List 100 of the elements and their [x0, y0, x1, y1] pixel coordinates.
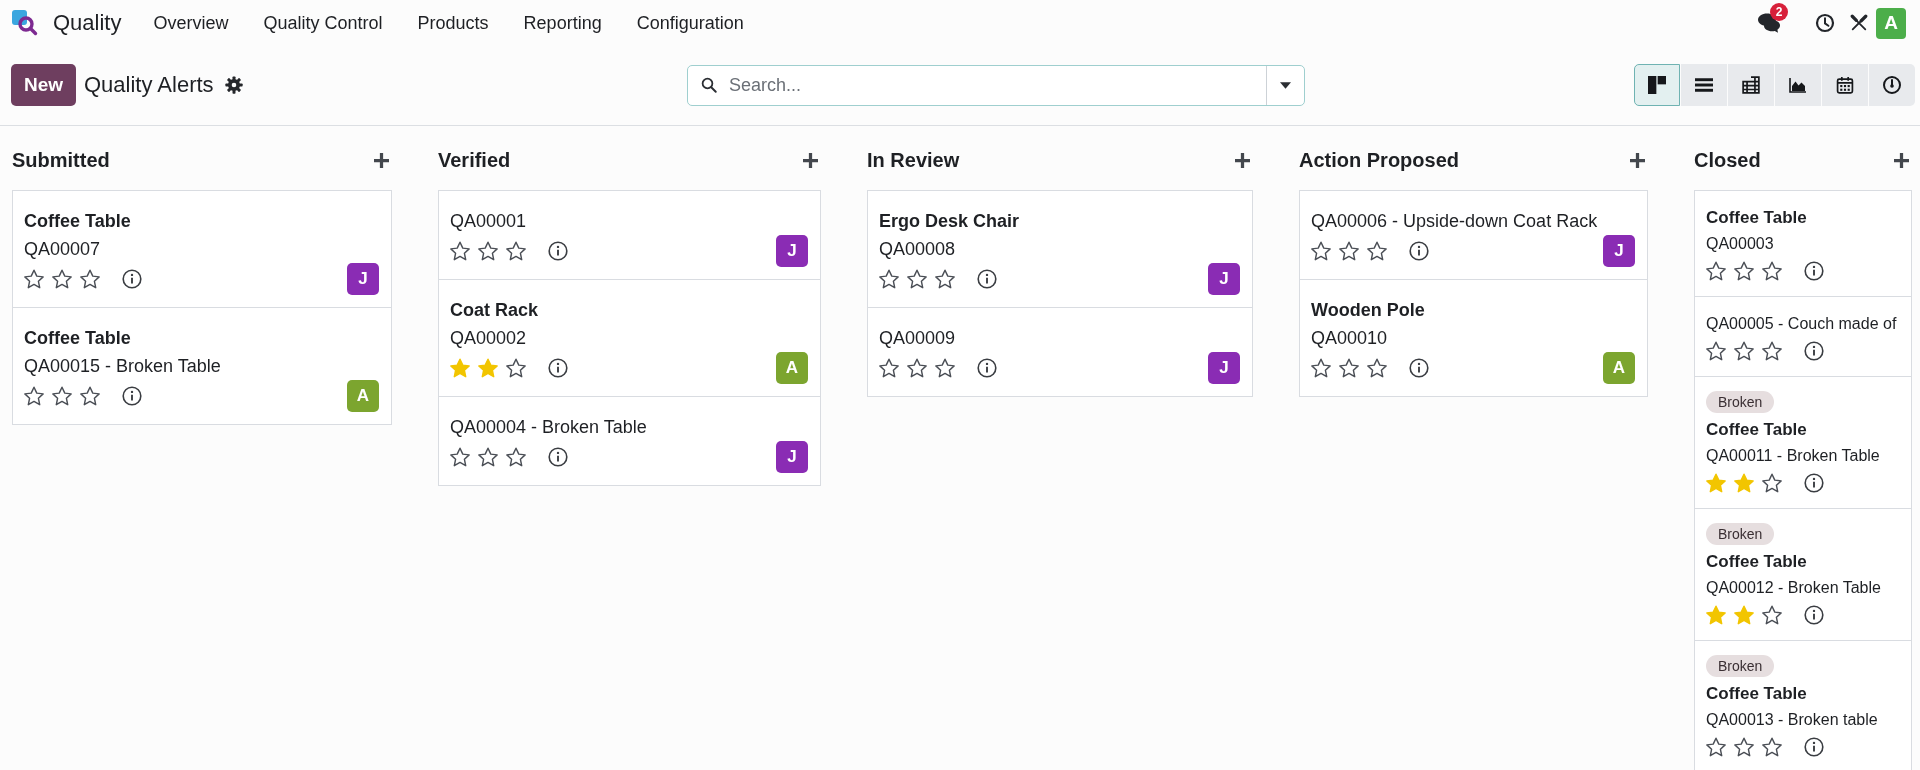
alert-card[interactable]: Broken Coffee Table QA00012 - Broken Table — [1694, 508, 1912, 641]
info-icon[interactable] — [1409, 358, 1429, 378]
star-icon[interactable] — [1734, 261, 1754, 281]
menu-item[interactable]: Products — [417, 12, 489, 34]
tools-icon[interactable] — [1850, 14, 1868, 32]
star-icon[interactable] — [1762, 473, 1782, 493]
star-icon[interactable] — [52, 386, 72, 406]
star-icon[interactable] — [935, 358, 955, 378]
alert-card[interactable]: Broken Coffee Table QA00011 - Broken Table — [1694, 376, 1912, 509]
alert-card[interactable]: Coffee Table QA00015 - Broken Table A — [12, 307, 392, 425]
plus-icon[interactable] — [1235, 152, 1250, 168]
star-icon[interactable] — [1762, 341, 1782, 361]
star-icon[interactable] — [80, 269, 100, 289]
menu-item[interactable]: Reporting — [523, 12, 602, 34]
assignee-avatar[interactable]: J — [776, 441, 808, 473]
star-icon[interactable] — [1762, 605, 1782, 625]
info-icon[interactable] — [122, 269, 142, 289]
star-icon[interactable] — [24, 269, 44, 289]
info-icon[interactable] — [977, 358, 997, 378]
star-icon[interactable] — [1762, 737, 1782, 757]
star-icon[interactable] — [506, 241, 526, 261]
view-switch-button[interactable] — [1822, 64, 1868, 106]
assignee-avatar[interactable]: J — [1208, 352, 1240, 384]
assignee-avatar[interactable]: J — [776, 235, 808, 267]
settings-icon[interactable] — [224, 76, 243, 94]
star-icon[interactable] — [1311, 358, 1331, 378]
star-icon[interactable] — [879, 269, 899, 289]
star-icon[interactable] — [879, 358, 899, 378]
info-icon[interactable] — [1804, 737, 1824, 757]
plus-icon[interactable] — [1894, 152, 1909, 168]
star-icon[interactable] — [478, 447, 498, 467]
info-icon[interactable] — [122, 386, 142, 406]
star-icon[interactable] — [506, 447, 526, 467]
alert-card[interactable]: Coffee Table QA00003 — [1694, 190, 1912, 297]
card-title: Coat Rack — [450, 299, 540, 322]
assignee-avatar[interactable]: J — [1208, 263, 1240, 295]
star-icon[interactable] — [52, 269, 72, 289]
menu-item[interactable]: Overview — [153, 12, 229, 34]
star-icon[interactable] — [907, 269, 927, 289]
column-title: Closed — [1694, 148, 1761, 172]
clock-icon[interactable] — [1815, 13, 1835, 33]
star-icon[interactable] — [1706, 341, 1726, 361]
alert-card[interactable]: QA00006 - Upside-down Coat Rack J — [1299, 190, 1648, 280]
star-icon[interactable] — [907, 358, 927, 378]
star-icon[interactable] — [478, 241, 498, 261]
star-icon[interactable] — [24, 386, 44, 406]
star-icon[interactable] — [1734, 737, 1754, 757]
star-icon[interactable] — [450, 447, 470, 467]
star-icon[interactable] — [450, 241, 470, 261]
alert-card[interactable]: Ergo Desk Chair QA00008 J — [867, 190, 1253, 308]
alert-reference: QA00007 — [24, 238, 102, 261]
info-icon[interactable] — [548, 447, 568, 467]
info-icon[interactable] — [977, 269, 997, 289]
info-icon[interactable] — [1804, 261, 1824, 281]
menu-item[interactable]: Quality Control — [263, 12, 383, 34]
star-icon[interactable] — [1762, 261, 1782, 281]
alert-card[interactable]: QA00001 J — [438, 190, 821, 280]
view-switch-button[interactable] — [1681, 64, 1727, 106]
star-icon[interactable] — [1339, 241, 1359, 261]
info-icon[interactable] — [1804, 341, 1824, 361]
assignee-avatar[interactable]: J — [347, 263, 379, 295]
star-icon[interactable] — [1706, 261, 1726, 281]
info-icon[interactable] — [548, 241, 568, 261]
alert-reference: QA00003 — [1706, 234, 1775, 254]
search-bar[interactable]: Search... — [687, 64, 1305, 106]
star-icon[interactable] — [80, 386, 100, 406]
plus-icon[interactable] — [803, 152, 818, 168]
info-icon[interactable] — [1804, 605, 1824, 625]
alert-card[interactable]: Wooden Pole QA00010 A — [1299, 279, 1648, 397]
star-icon[interactable] — [1706, 737, 1726, 757]
alert-card[interactable]: Coat Rack QA00002 A — [438, 279, 821, 397]
alert-card[interactable]: QA00004 - Broken Table J — [438, 396, 821, 486]
info-icon[interactable] — [1804, 473, 1824, 493]
view-switch-button[interactable] — [1869, 64, 1915, 106]
star-icon[interactable] — [1367, 358, 1387, 378]
info-icon[interactable] — [548, 358, 568, 378]
view-switch-button[interactable] — [1728, 64, 1774, 106]
view-switch-button[interactable] — [1775, 64, 1821, 106]
info-icon[interactable] — [1409, 241, 1429, 261]
star-icon[interactable] — [506, 358, 526, 378]
alert-card[interactable]: QA00005 - Couch made of — [1694, 296, 1912, 377]
plus-icon[interactable] — [374, 152, 389, 168]
area-chart-icon — [1789, 76, 1807, 94]
app-logo-icon[interactable] — [12, 10, 38, 36]
menu-item[interactable]: Configuration — [636, 12, 744, 34]
tag: Broken — [1706, 655, 1775, 677]
star-icon[interactable] — [935, 269, 955, 289]
star-icon[interactable] — [1734, 341, 1754, 361]
new-button[interactable]: New — [11, 64, 76, 106]
star-icon[interactable] — [1367, 241, 1387, 261]
plus-icon[interactable] — [1630, 152, 1645, 168]
alert-card[interactable]: Coffee Table QA00007 J — [12, 190, 392, 308]
view-switch-button[interactable] — [1634, 64, 1680, 106]
app-name-link[interactable]: Quality — [53, 10, 122, 36]
star-icon[interactable] — [1311, 241, 1331, 261]
star-icon[interactable] — [1339, 358, 1359, 378]
search-input[interactable]: Search... — [729, 71, 1266, 99]
alert-card[interactable]: Broken Coffee Table QA00013 - Broken table — [1694, 640, 1912, 770]
alert-card[interactable]: QA00009 J — [867, 307, 1253, 397]
assignee-avatar[interactable]: J — [1603, 235, 1635, 267]
